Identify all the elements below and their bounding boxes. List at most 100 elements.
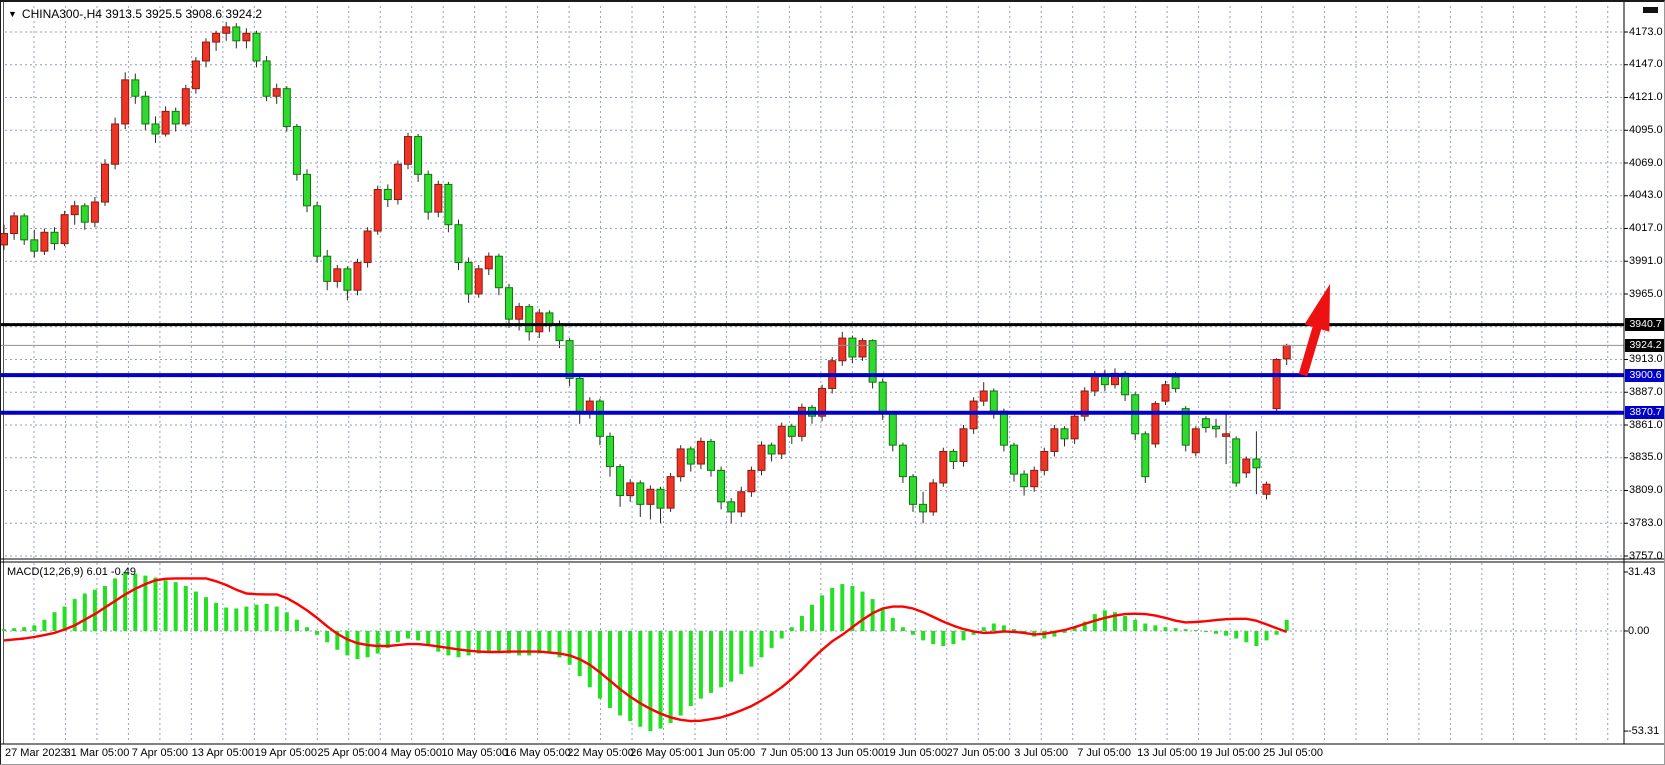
candle-bear[interactable] bbox=[718, 470, 725, 501]
candle-bull[interactable] bbox=[334, 269, 341, 282]
candle-bull[interactable] bbox=[273, 89, 280, 97]
candle-bull[interactable] bbox=[1162, 385, 1169, 401]
candle-bull[interactable] bbox=[930, 483, 937, 512]
candle-bull[interactable] bbox=[667, 477, 674, 508]
candle-bear[interactable] bbox=[566, 341, 573, 379]
candle-bear[interactable] bbox=[687, 449, 694, 464]
candle-bear[interactable] bbox=[1213, 426, 1220, 429]
candle-bull[interactable] bbox=[1283, 345, 1290, 358]
candle-bear[interactable] bbox=[384, 189, 391, 199]
candle-bear[interactable] bbox=[920, 504, 927, 512]
candle-bear[interactable] bbox=[293, 126, 300, 174]
candle-bear[interactable] bbox=[233, 27, 240, 41]
candle-bear[interactable] bbox=[425, 174, 432, 212]
candle-bull[interactable] bbox=[112, 124, 119, 164]
candle-bull[interactable] bbox=[1, 234, 8, 245]
trend-arrow[interactable] bbox=[1299, 284, 1330, 376]
candle-bear[interactable] bbox=[708, 441, 715, 470]
candle-bull[interactable] bbox=[91, 202, 98, 222]
candle-bull[interactable] bbox=[162, 111, 169, 134]
candle-bull[interactable] bbox=[354, 263, 361, 291]
candle-bear[interactable] bbox=[1000, 411, 1007, 445]
candle-bear[interactable] bbox=[1253, 459, 1260, 468]
candle-bear[interactable] bbox=[1233, 439, 1240, 483]
candle-bull[interactable] bbox=[859, 341, 866, 357]
candle-bear[interactable] bbox=[21, 216, 28, 240]
candle-bull[interactable] bbox=[516, 307, 523, 320]
candle-bull[interactable] bbox=[758, 445, 765, 470]
candle-bear[interactable] bbox=[637, 483, 644, 504]
candle-bull[interactable] bbox=[243, 33, 250, 41]
candle-bull[interactable] bbox=[970, 401, 977, 429]
candle-bear[interactable] bbox=[768, 445, 775, 454]
candle-bear[interactable] bbox=[445, 184, 452, 224]
candle-bull[interactable] bbox=[475, 269, 482, 294]
candle-bear[interactable] bbox=[495, 256, 502, 287]
candle-bear[interactable] bbox=[1172, 377, 1179, 388]
candle-bull[interactable] bbox=[41, 232, 48, 251]
candle-bull[interactable] bbox=[405, 137, 412, 165]
candle-bear[interactable] bbox=[506, 288, 513, 319]
candle-bear[interactable] bbox=[415, 137, 422, 175]
candle-bear[interactable] bbox=[657, 489, 664, 508]
candle-bear[interactable] bbox=[617, 467, 624, 496]
candle-bear[interactable] bbox=[576, 378, 583, 413]
candle-bear[interactable] bbox=[172, 111, 179, 124]
candle-bull[interactable] bbox=[980, 391, 987, 401]
candle-bear[interactable] bbox=[31, 240, 38, 251]
candle-bull[interactable] bbox=[677, 449, 684, 477]
candle-bear[interactable] bbox=[142, 96, 149, 124]
candle-bear[interactable] bbox=[899, 445, 906, 476]
candle-bull[interactable] bbox=[71, 206, 78, 215]
candle-bear[interactable] bbox=[304, 174, 311, 205]
candle-bull[interactable] bbox=[627, 483, 634, 496]
candle-bull[interactable] bbox=[748, 470, 755, 491]
candle-bull[interactable] bbox=[1273, 360, 1280, 409]
candle-bear[interactable] bbox=[455, 225, 462, 263]
candle-bull[interactable] bbox=[61, 215, 68, 244]
candle-bear[interactable] bbox=[889, 414, 896, 445]
candle-bull[interactable] bbox=[1041, 451, 1048, 470]
candle-bull[interactable] bbox=[940, 451, 947, 482]
candle-bull[interactable] bbox=[485, 256, 492, 269]
candle-bear[interactable] bbox=[607, 436, 614, 466]
candle-bear[interactable] bbox=[253, 33, 260, 61]
candle-bull[interactable] bbox=[697, 441, 704, 464]
chevron-down-icon[interactable]: ▼ bbox=[8, 9, 17, 19]
candle-bear[interactable] bbox=[465, 263, 472, 294]
candle-bear[interactable] bbox=[596, 401, 603, 436]
candle-bull[interactable] bbox=[1152, 404, 1159, 444]
candle-bear[interactable] bbox=[1021, 474, 1028, 487]
candle-bull[interactable] bbox=[1051, 429, 1058, 452]
candle-bear[interactable] bbox=[849, 338, 856, 357]
candle-bull[interactable] bbox=[1031, 470, 1038, 486]
candle-bull[interactable] bbox=[738, 492, 745, 512]
candle-bear[interactable] bbox=[283, 89, 290, 127]
candle-bull[interactable] bbox=[374, 189, 381, 231]
window-control[interactable] bbox=[1643, 7, 1658, 13]
candle-bear[interactable] bbox=[314, 206, 321, 256]
candle-bear[interactable] bbox=[132, 80, 139, 96]
candle-bull[interactable] bbox=[203, 42, 210, 61]
candle-bull[interactable] bbox=[213, 33, 220, 42]
candle-bear[interactable] bbox=[81, 206, 88, 222]
candle-bull[interactable] bbox=[435, 184, 442, 212]
candle-bear[interactable] bbox=[788, 426, 795, 436]
candle-bear[interactable] bbox=[556, 325, 563, 340]
candle-bull[interactable] bbox=[394, 164, 401, 199]
candle-bear[interactable] bbox=[324, 256, 331, 281]
candle-bull[interactable] bbox=[1243, 459, 1250, 473]
candle-bull[interactable] bbox=[1223, 434, 1230, 437]
candle-bull[interactable] bbox=[960, 429, 967, 462]
candle-bull[interactable] bbox=[102, 164, 109, 202]
candle-bull[interactable] bbox=[1071, 416, 1078, 439]
candle-bear[interactable] bbox=[950, 451, 957, 461]
candle-bull[interactable] bbox=[1192, 429, 1199, 453]
candle-bear[interactable] bbox=[1202, 419, 1209, 428]
candle-bull[interactable] bbox=[839, 338, 846, 361]
candle-bull[interactable] bbox=[1263, 484, 1270, 494]
candle-bear[interactable] bbox=[526, 307, 533, 332]
candle-bear[interactable] bbox=[1101, 376, 1108, 385]
candle-bull[interactable] bbox=[122, 80, 129, 124]
candle-bull[interactable] bbox=[1091, 376, 1098, 391]
